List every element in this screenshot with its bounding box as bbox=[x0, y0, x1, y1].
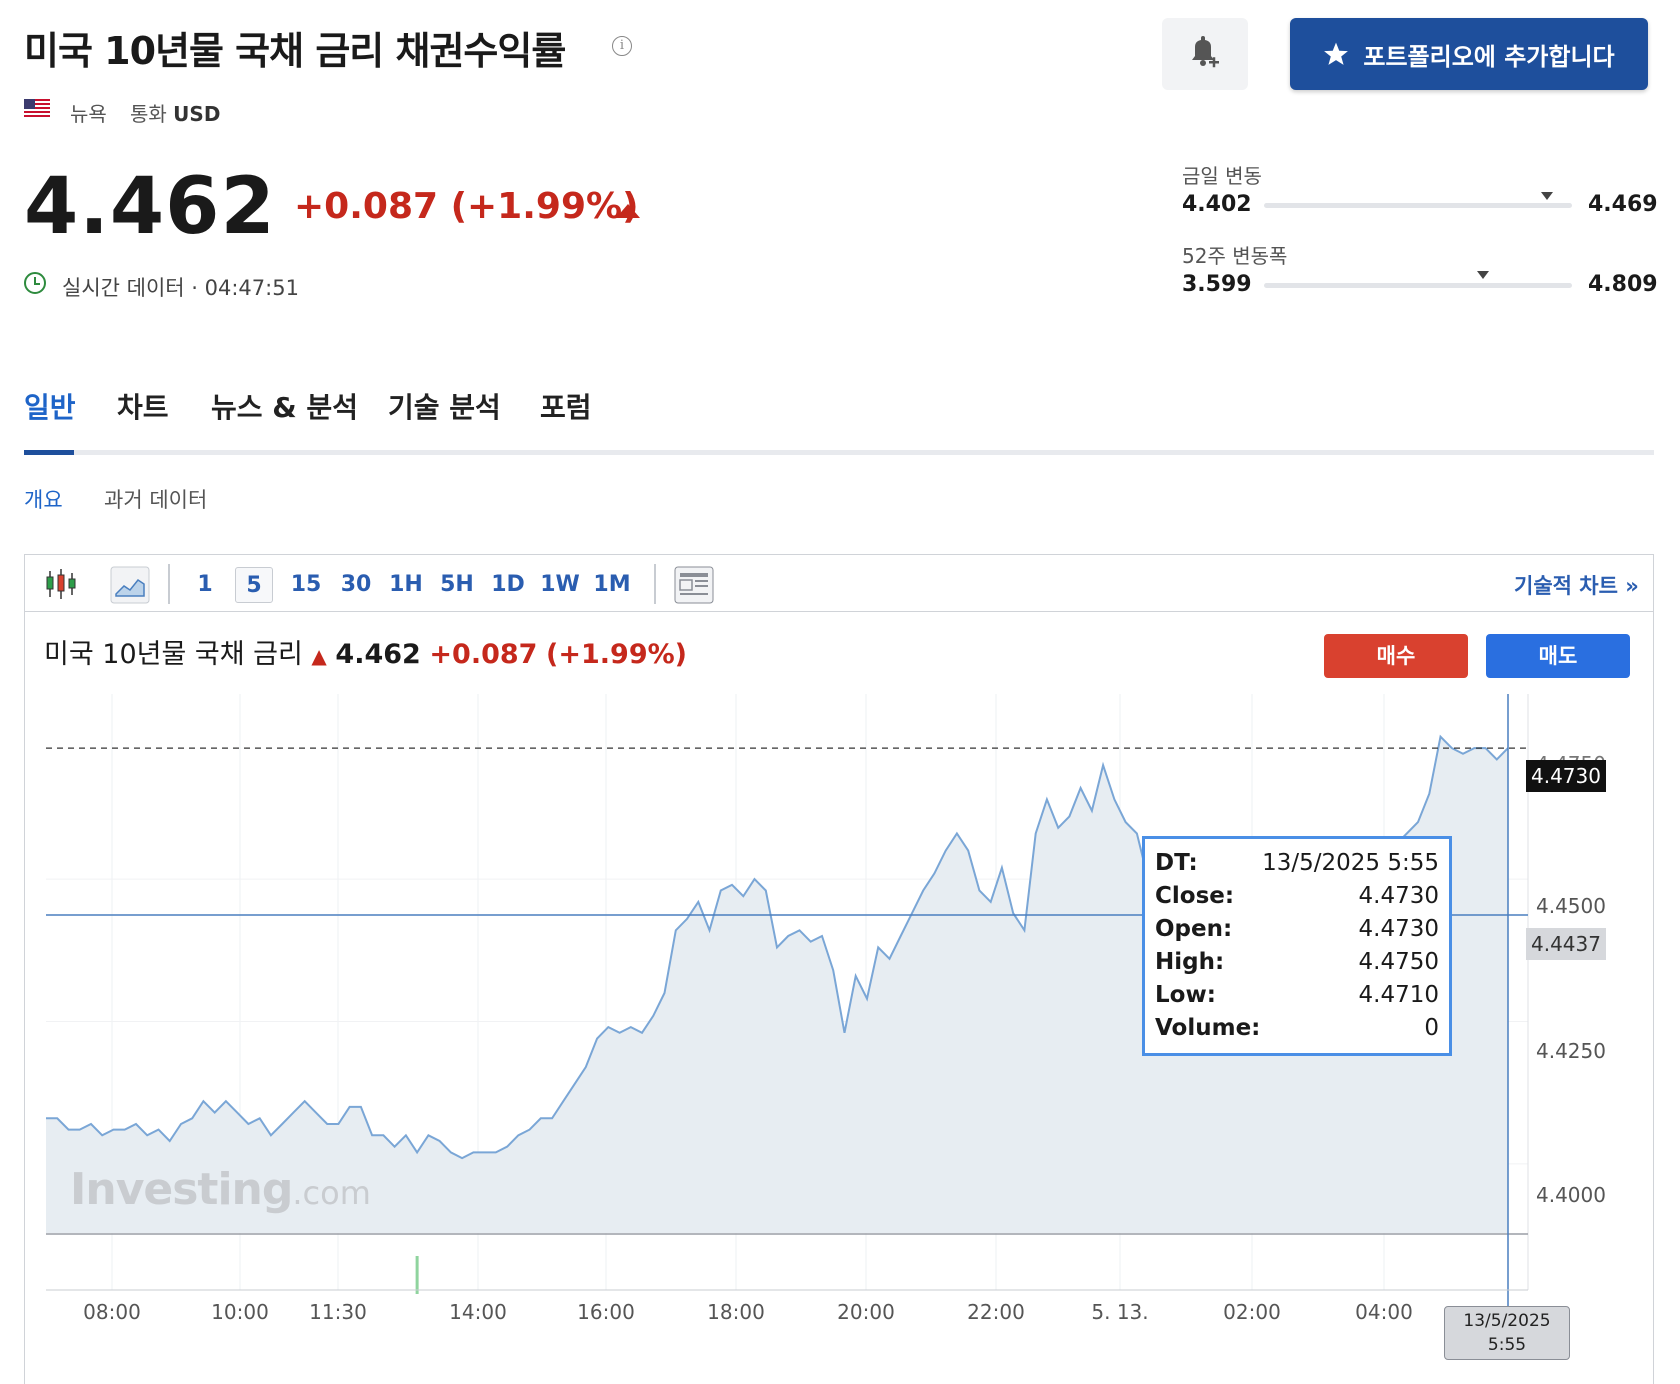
tooltip-row-volume: Volume: 0 bbox=[1155, 1015, 1439, 1041]
reference-price-tag: 4.4437 bbox=[1526, 928, 1606, 960]
x-tick-label: 14:00 bbox=[449, 1300, 507, 1324]
x-tick-label: 04:00 bbox=[1355, 1300, 1413, 1324]
x-tick-label: 5. 13. bbox=[1091, 1300, 1149, 1324]
x-tick-label: 16:00 bbox=[577, 1300, 635, 1324]
x-tick-label: 02:00 bbox=[1223, 1300, 1281, 1324]
x-tick-label: 08:00 bbox=[83, 1300, 141, 1324]
tooltip-row-dt: DT: 13/5/2025 5:55 bbox=[1155, 850, 1439, 876]
y-tick-label: 4.4250 bbox=[1536, 1039, 1606, 1063]
tooltip-row-high: High: 4.4750 bbox=[1155, 949, 1439, 975]
x-tick-label: 20:00 bbox=[837, 1300, 895, 1324]
x-tick-label: 22:00 bbox=[967, 1300, 1025, 1324]
time-tag-time: 5:55 bbox=[1487, 1335, 1527, 1355]
x-tick-label: 10:00 bbox=[211, 1300, 269, 1324]
x-tick-label: 11:30 bbox=[309, 1300, 367, 1324]
tooltip-row-close: Close: 4.4730 bbox=[1155, 883, 1439, 909]
time-tag-date: 13/5/2025 bbox=[1463, 1311, 1551, 1331]
investing-watermark: Investing.com bbox=[70, 1164, 371, 1215]
x-tick-label: 18:00 bbox=[707, 1300, 765, 1324]
crosshair-price-tag: 4.4730 bbox=[1526, 760, 1606, 792]
y-tick-label: 4.4000 bbox=[1536, 1183, 1606, 1207]
crosshair-time-tag: 13/5/2025 5:55 bbox=[1444, 1306, 1570, 1360]
y-tick-label: 4.4500 bbox=[1536, 894, 1606, 918]
tooltip-row-open: Open: 4.4730 bbox=[1155, 916, 1439, 942]
tooltip-row-low: Low: 4.4710 bbox=[1155, 982, 1439, 1008]
ohlc-tooltip: DT: 13/5/2025 5:55 Close: 4.4730 Open: 4.47… bbox=[1142, 836, 1452, 1056]
